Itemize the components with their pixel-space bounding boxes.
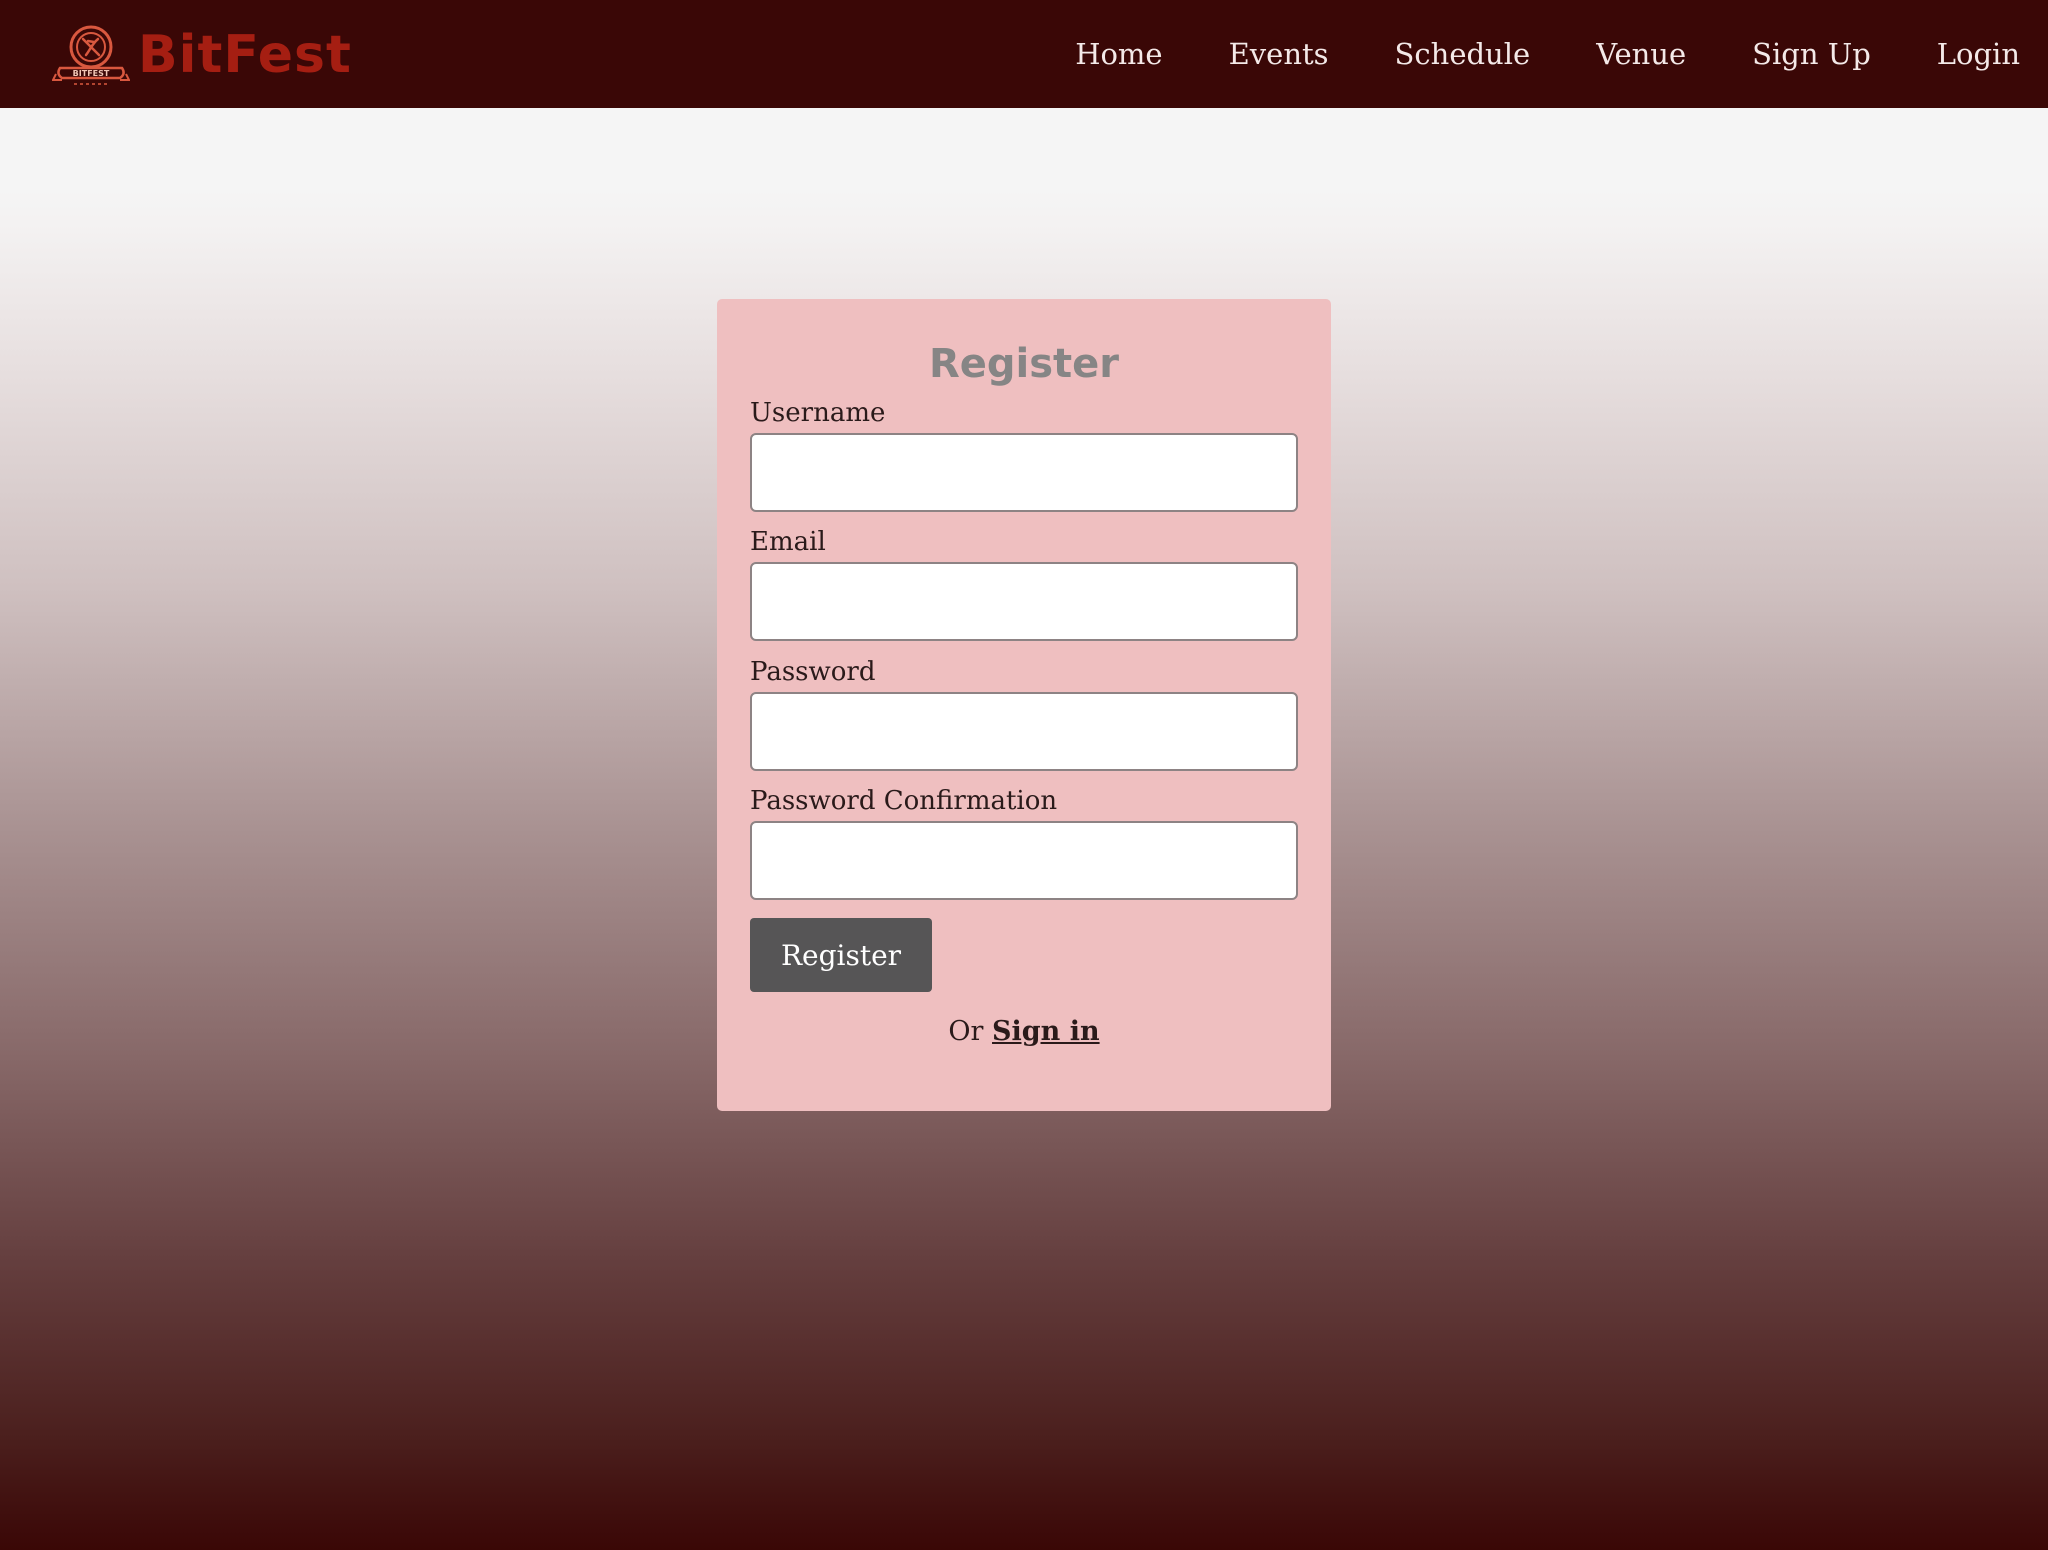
nav-link-schedule[interactable]: Schedule <box>1395 37 1531 71</box>
password-label: Password <box>750 657 876 687</box>
main-nav: Home Events Schedule Venue Sign Up Login <box>1075 0 2020 108</box>
nav-link-venue[interactable]: Venue <box>1596 37 1686 71</box>
sign-in-prefix: Or <box>948 1016 984 1047</box>
brand-logo-link[interactable]: BITFEST BitFest <box>52 20 352 90</box>
password-input[interactable] <box>750 692 1298 771</box>
email-input[interactable] <box>750 562 1298 641</box>
register-button[interactable]: Register <box>750 918 932 992</box>
bitfest-logo-icon: BITFEST <box>52 25 130 85</box>
email-label: Email <box>750 527 826 557</box>
top-navbar: BITFEST BitFest Home Events Schedule Ven… <box>0 0 2048 108</box>
username-label: Username <box>750 398 886 428</box>
nav-link-home[interactable]: Home <box>1075 37 1162 71</box>
nav-link-login[interactable]: Login <box>1937 37 2020 71</box>
sign-in-link[interactable]: Sign in <box>992 1016 1100 1047</box>
page-background: Register Username Email Password Passwor… <box>0 108 2048 1550</box>
nav-link-sign-up[interactable]: Sign Up <box>1752 37 1871 71</box>
logo-lettering: BITFEST <box>73 69 110 78</box>
password-confirmation-input[interactable] <box>750 821 1298 900</box>
username-input[interactable] <box>750 433 1298 512</box>
nav-link-events[interactable]: Events <box>1229 37 1329 71</box>
brand-name: BitFest <box>138 25 352 85</box>
password-confirmation-label: Password Confirmation <box>750 786 1058 816</box>
register-form-card: Register Username Email Password Passwor… <box>717 299 1331 1111</box>
sign-in-prompt: Or Sign in <box>717 1016 1331 1047</box>
form-title: Register <box>928 341 1120 387</box>
